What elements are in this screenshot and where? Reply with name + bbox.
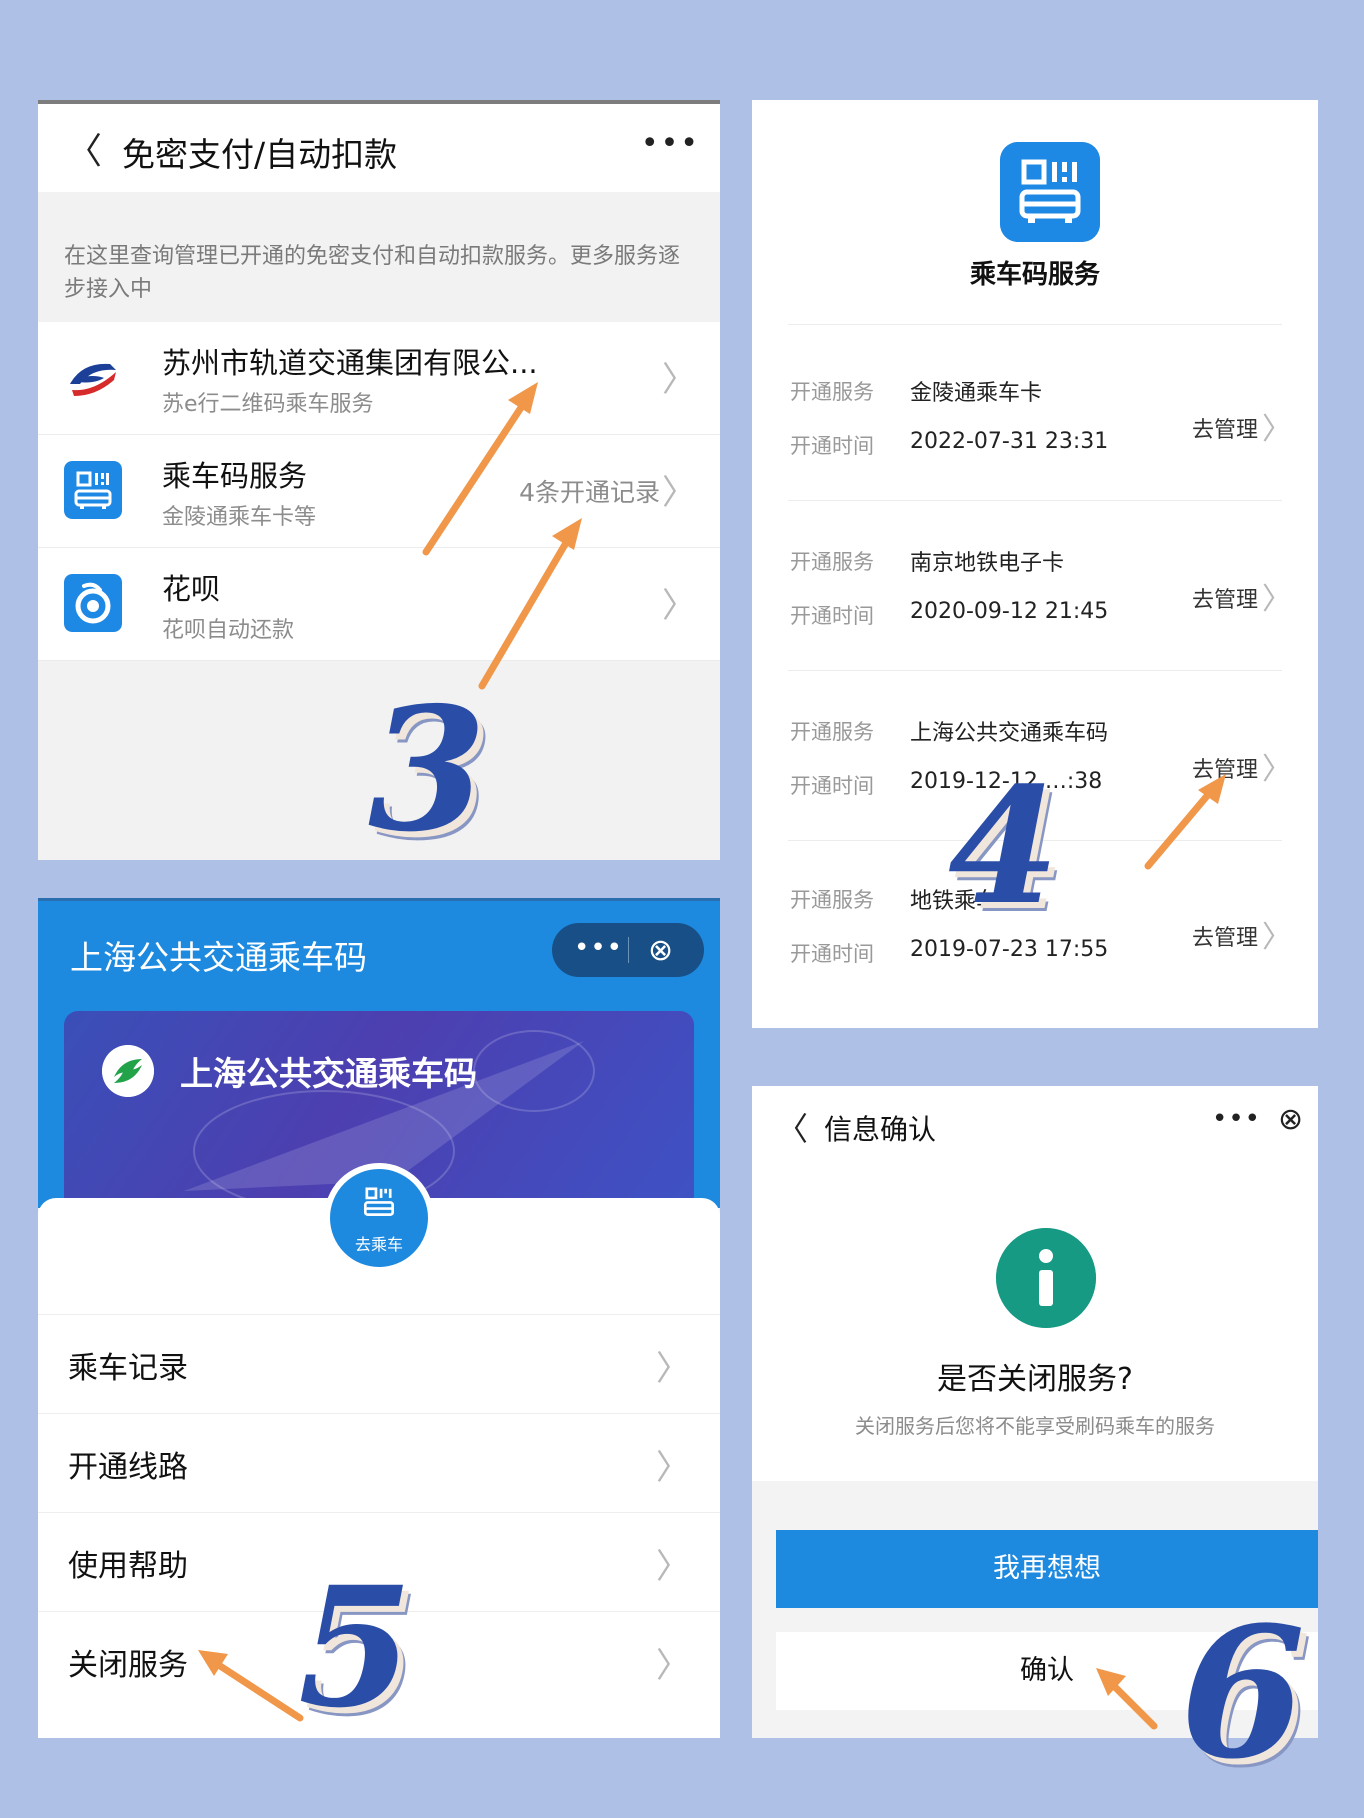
item-name: 花呗 [162, 572, 221, 606]
manage-link[interactable]: 去管理 [1192, 920, 1258, 952]
menu-item-ride-records[interactable]: 乘车记录 〉 [38, 1314, 720, 1413]
chevron-right-icon: 〉 [1262, 412, 1292, 447]
chevron-right-icon: 〉 [662, 586, 696, 626]
dialog-question: 是否关闭服务? [937, 1362, 1133, 1397]
card-title: 上海公共交通乘车码 [180, 1054, 477, 1093]
chevron-left-icon[interactable]: 〈 [776, 1104, 808, 1150]
list-item-suzhou[interactable]: 苏州市轨道交通集团有限公... 苏e行二维码乘车服务 〉 [38, 322, 720, 435]
time-label: 开通时间 [790, 434, 874, 458]
menu-item-lines[interactable]: 开通线路 〉 [38, 1413, 720, 1512]
menu-item-label: 乘车记录 [68, 1351, 188, 1386]
close-circle-icon[interactable]: ⊗ [1278, 1102, 1303, 1137]
service-record[interactable]: 开通服务 金陵通乘车卡 开通时间 2022-07-31 23:31 去管理 〉 [752, 350, 1318, 520]
service-label: 开通服务 [790, 720, 874, 744]
more-dots-icon[interactable]: ••• [574, 933, 623, 963]
service-record[interactable]: 开通服务 南京地铁电子卡 开通时间 2020-09-12 21:45 去管理 〉 [752, 520, 1318, 690]
huabei-icon [64, 574, 122, 632]
divider [788, 670, 1282, 671]
header-banner: 上海公共交通乘车码 ••• ⊗ 上海公共交通乘车码 [38, 898, 720, 1211]
chevron-right-icon: 〉 [656, 1448, 690, 1488]
capsule-divider [628, 937, 629, 963]
menu-item-label: 使用帮助 [68, 1549, 188, 1584]
step-number-4: 4 [948, 752, 1060, 940]
item-name: 苏州市轨道交通集团有限公... [162, 346, 538, 380]
chevron-right-icon: 〉 [1262, 920, 1292, 955]
mini-program-capsule: ••• ⊗ [552, 923, 704, 977]
manage-link[interactable]: 去管理 [1192, 412, 1258, 444]
chevron-right-icon: 〉 [662, 473, 696, 513]
shanghai-transit-logo-icon [102, 1045, 154, 1097]
item-subtitle: 金陵通乘车卡等 [162, 505, 317, 530]
chevron-right-icon: 〉 [1262, 752, 1292, 787]
chevron-right-icon: 〉 [656, 1349, 690, 1389]
service-label: 开通服务 [790, 380, 874, 404]
more-dots-icon[interactable]: ••• [1212, 1104, 1261, 1134]
ride-button-label: 去乘车 [354, 1235, 403, 1254]
more-dots-icon[interactable]: ••• [641, 126, 700, 161]
divider [788, 324, 1282, 325]
app-title: 乘车码服务 [969, 260, 1100, 290]
step-number-5: 5 [298, 1550, 413, 1744]
step-number-3: 3 [368, 670, 487, 870]
dialog-subtext: 关闭服务后您将不能享受刷码乘车的服务 [855, 1414, 1215, 1438]
qr-transit-icon [64, 461, 122, 519]
service-time: 2020-09-12 21:45 [910, 599, 1109, 624]
service-name: 南京地铁电子卡 [910, 551, 1065, 576]
service-time: 2019-07-23 17:55 [910, 937, 1109, 962]
service-name: 上海公共交通乘车码 [910, 721, 1109, 746]
chevron-right-icon: 〉 [656, 1547, 690, 1587]
close-circle-icon[interactable]: ⊗ [648, 933, 673, 968]
qr-transit-icon [1000, 142, 1100, 242]
item-name: 乘车码服务 [162, 459, 308, 493]
chevron-left-icon[interactable]: 〈 [66, 122, 102, 174]
item-subtitle: 苏e行二维码乘车服务 [162, 392, 374, 417]
list-item-qr-transit[interactable]: 乘车码服务 金陵通乘车卡等 4条开通记录 〉 [38, 435, 720, 548]
service-label: 开通服务 [790, 888, 874, 912]
manage-link[interactable]: 去管理 [1192, 582, 1258, 614]
time-label: 开通时间 [790, 942, 874, 966]
menu-item-label: 开通线路 [68, 1450, 188, 1485]
qr-transit-icon [363, 1187, 395, 1216]
page-title: 信息确认 [824, 1113, 937, 1146]
suzhou-metro-logo-icon [70, 363, 116, 396]
time-label: 开通时间 [790, 604, 874, 628]
divider [788, 500, 1282, 501]
service-time: 2022-07-31 23:31 [910, 429, 1109, 454]
list-item-huabei[interactable]: 花呗 花呗自动还款 〉 [38, 548, 720, 661]
service-label: 开通服务 [790, 550, 874, 574]
item-subtitle: 花呗自动还款 [162, 618, 295, 643]
header-title: 上海公共交通乘车码 [70, 938, 367, 977]
chevron-right-icon: 〉 [1262, 582, 1292, 617]
service-list: 苏州市轨道交通集团有限公... 苏e行二维码乘车服务 〉 乘车码服务 金陵通乘车… [38, 322, 720, 661]
record-count: 4条开通记录 [519, 478, 660, 507]
step-number-6: 6 [1180, 1588, 1306, 1799]
manage-link[interactable]: 去管理 [1192, 752, 1258, 784]
chevron-right-icon: 〉 [662, 360, 696, 400]
page-title: 免密支付/自动扣款 [122, 135, 398, 174]
chevron-right-icon: 〉 [656, 1646, 690, 1686]
service-name: 金陵通乘车卡 [910, 381, 1043, 406]
nav-bar: 〈 免密支付/自动扣款 ••• [38, 100, 720, 192]
ride-button[interactable]: 去乘车 [324, 1163, 434, 1273]
menu-item-label: 关闭服务 [68, 1648, 188, 1683]
page-description: 在这里查询管理已开通的免密支付和自动扣款服务。更多服务逐步接入中 [64, 244, 681, 302]
time-label: 开通时间 [790, 774, 874, 798]
info-icon [996, 1228, 1096, 1328]
